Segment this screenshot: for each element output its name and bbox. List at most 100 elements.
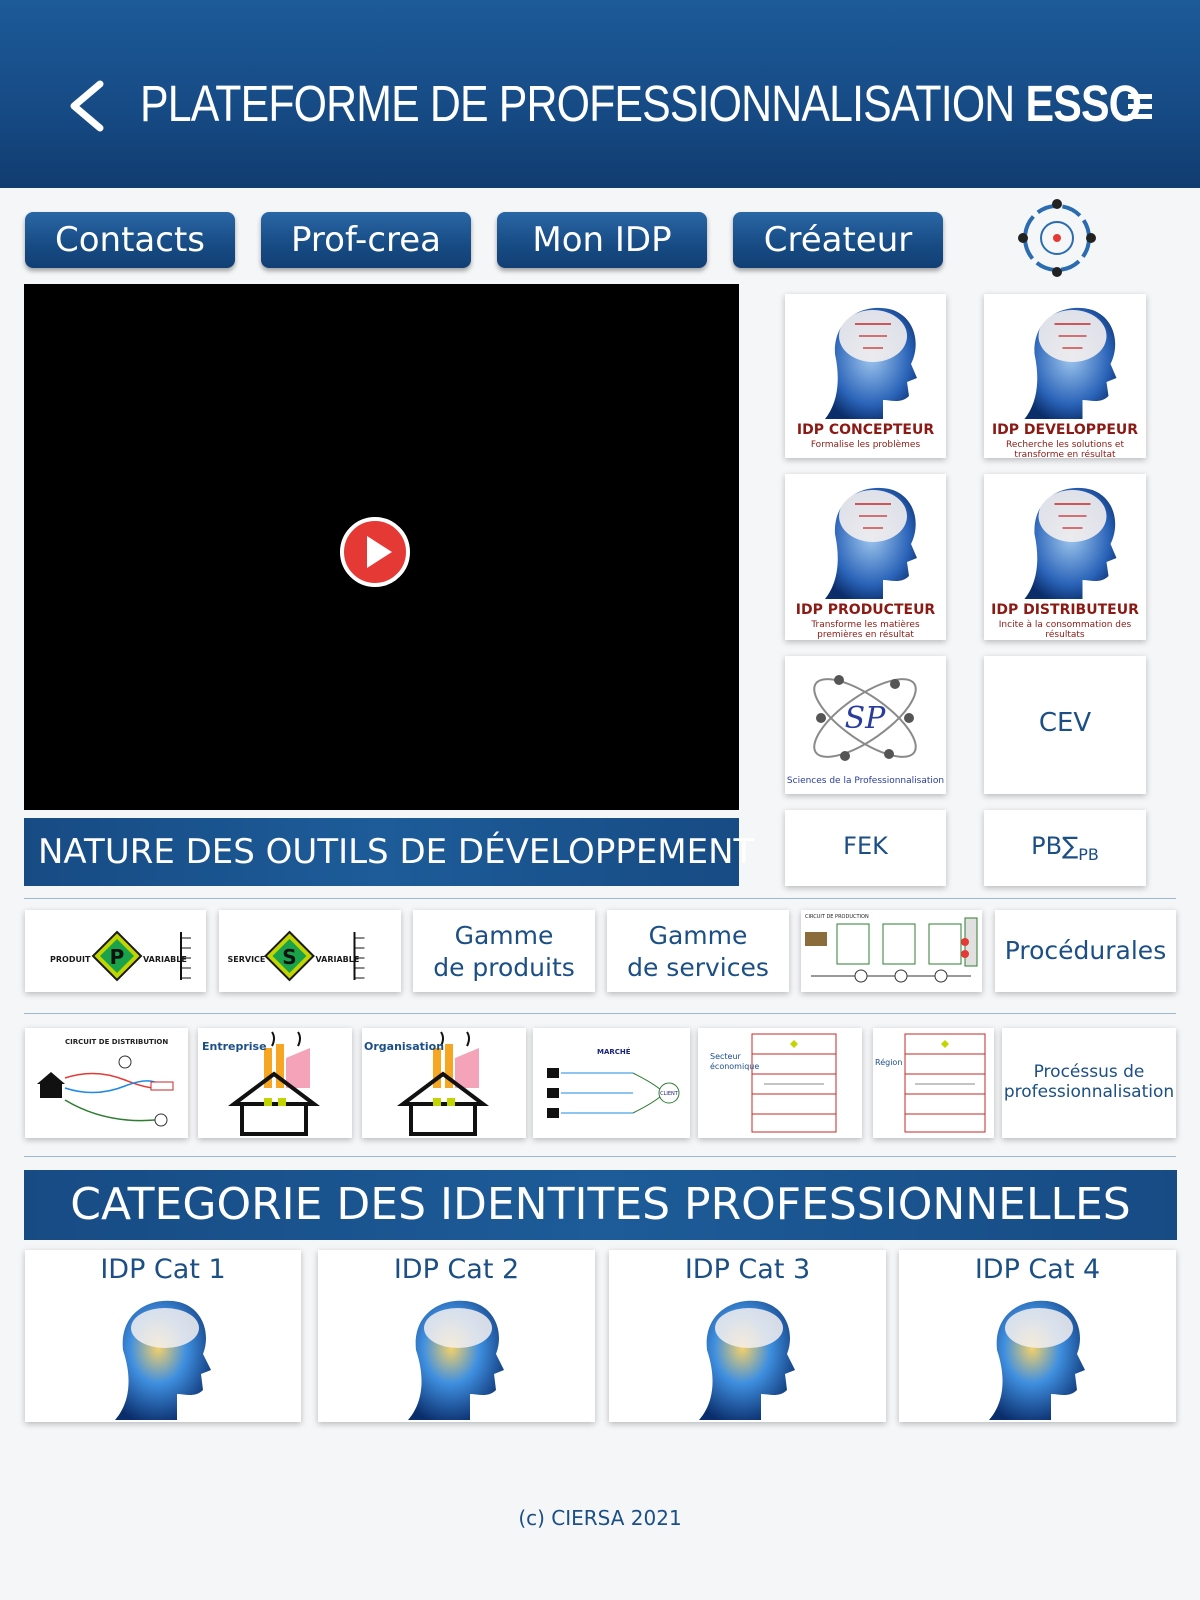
produit-variable-tile[interactable]: PRODUIT P VARIABLE bbox=[25, 910, 206, 992]
pb-sigma-sub: PB bbox=[1078, 844, 1099, 864]
nature-banner: NATURE DES OUTILS DE DÉVELOPPEMENT bbox=[24, 818, 754, 886]
circuit-production-label: CIRCUIT DE PRODUCTION bbox=[805, 914, 869, 920]
gamme-produits-line2: de produits bbox=[433, 953, 575, 982]
divider bbox=[24, 1156, 1176, 1157]
atom-icon: SP bbox=[813, 675, 917, 761]
app-header: PLATEFORME DE PROFESSIONNALISATION ESSO bbox=[0, 0, 1200, 188]
idp-distributeur-title: IDP DISTRIBUTEUR bbox=[991, 602, 1139, 618]
ciersa-logo[interactable] bbox=[1012, 196, 1102, 280]
idp-concepteur-tile[interactable]: IDP CONCEPTEUR Formalise les problèmes bbox=[785, 294, 946, 458]
page-title: PLATEFORME DE PROFESSIONNALISATION ESSO bbox=[140, 74, 1142, 140]
gamme-produits-tile[interactable]: Gamme de produits bbox=[413, 910, 595, 992]
idp-cat-4-label: IDP Cat 4 bbox=[974, 1254, 1101, 1285]
contacts-button[interactable]: Contacts bbox=[25, 212, 235, 268]
idp-cat-2-label: IDP Cat 2 bbox=[393, 1254, 520, 1285]
secteur-diagram bbox=[751, 1033, 837, 1133]
idp-cat-4-card[interactable]: IDP Cat 4 bbox=[899, 1250, 1176, 1422]
play-icon bbox=[340, 517, 410, 587]
produit-letter: P bbox=[110, 945, 125, 969]
play-button[interactable] bbox=[339, 516, 411, 588]
region-diagram bbox=[904, 1033, 986, 1133]
client-label: CLIENT bbox=[660, 1091, 679, 1097]
cev-label: CEV bbox=[1038, 708, 1092, 738]
head-icon bbox=[115, 1300, 211, 1420]
secteur-label: Secteur économique bbox=[710, 1052, 760, 1071]
head-icon bbox=[1024, 307, 1117, 419]
createur-button[interactable]: Créateur bbox=[733, 212, 943, 268]
entreprise-label: Entreprise bbox=[202, 1040, 267, 1053]
idp-distributeur-subtitle: Incite à la consommation des résultats bbox=[998, 620, 1132, 640]
idp-concepteur-subtitle: Formalise les problèmes bbox=[810, 440, 921, 450]
produit-left-label: PRODUIT bbox=[50, 955, 91, 964]
head-icon bbox=[699, 1300, 795, 1420]
procedurales-label: Procédurales bbox=[1004, 936, 1167, 965]
marche-label: MARCHÉ bbox=[597, 1047, 631, 1056]
idp-producteur-subtitle: Transforme les matières premières en rés… bbox=[811, 620, 920, 640]
idp-developpeur-title: IDP DEVELOPPEUR bbox=[991, 422, 1139, 438]
svg-text:SP: SP bbox=[845, 701, 887, 736]
cev-tile[interactable]: CEV bbox=[984, 656, 1146, 794]
divider bbox=[24, 1013, 1176, 1014]
head-icon bbox=[825, 487, 917, 599]
processus-line2: professionnalisation bbox=[1003, 1082, 1175, 1102]
head-icon bbox=[825, 307, 917, 419]
circuit-distribution-diagram: CIRCUIT DE DISTRIBUTION bbox=[37, 1038, 174, 1127]
gamme-services-line1: Gamme bbox=[648, 921, 748, 950]
idp-developpeur-tile[interactable]: IDP DEVELOPPEUR Recherche les solutions … bbox=[984, 294, 1146, 458]
service-diagram: SERVICE S VARIABLE bbox=[228, 930, 365, 982]
idp-cat-2-card[interactable]: IDP Cat 2 bbox=[318, 1250, 595, 1422]
region-label: Région bbox=[875, 1058, 903, 1067]
processus-professionnalisation-tile[interactable]: Procéssus de professionnalisation bbox=[1002, 1028, 1176, 1138]
service-variable-tile[interactable]: SERVICE S VARIABLE bbox=[219, 910, 401, 992]
region-tile[interactable]: Région bbox=[873, 1028, 994, 1138]
sciences-professionnalisation-tile[interactable]: SP Sciences de la Professionnalisation bbox=[785, 656, 946, 794]
organisation-tile[interactable]: Organisation bbox=[362, 1028, 526, 1138]
pb-sigma-tile[interactable]: PB∑PB bbox=[984, 810, 1146, 886]
processus-line1: Procéssus de bbox=[1033, 1062, 1145, 1082]
prof-crea-button[interactable]: Prof-crea bbox=[261, 212, 471, 268]
idp-cat-3-label: IDP Cat 3 bbox=[684, 1254, 811, 1285]
idp-cat-1-label: IDP Cat 1 bbox=[100, 1254, 226, 1285]
mon-idp-button[interactable]: Mon IDP bbox=[497, 212, 707, 268]
title-plain: PLATEFORME DE PROFESSIONNALISATION bbox=[140, 75, 1015, 132]
idp-cat-3-card[interactable]: IDP Cat 3 bbox=[609, 1250, 886, 1422]
procedurales-tile[interactable]: Procédurales bbox=[995, 910, 1176, 992]
idp-concepteur-title: IDP CONCEPTEUR bbox=[796, 422, 935, 438]
sp-label: Sciences de la Professionnalisation bbox=[786, 776, 945, 786]
pb-sigma-main: PB∑ bbox=[1031, 832, 1079, 860]
gamme-services-tile[interactable]: Gamme de services bbox=[607, 910, 789, 992]
idp-developpeur-subtitle: Recherche les solutions et transforme en… bbox=[1006, 440, 1124, 458]
chevron-left-icon bbox=[70, 80, 104, 132]
pb-sigma-label: PB∑PB bbox=[984, 832, 1146, 864]
back-button[interactable] bbox=[62, 78, 110, 134]
service-letter: S bbox=[282, 945, 296, 969]
circuit-production-diagram: CIRCUIT DE PRODUCTION bbox=[805, 914, 978, 983]
fek-tile[interactable]: FEK bbox=[785, 810, 946, 886]
video-player[interactable] bbox=[24, 284, 739, 810]
gamme-produits-line1: Gamme bbox=[454, 921, 554, 950]
head-icon bbox=[1024, 487, 1117, 599]
idp-cat-1-card[interactable]: IDP Cat 1 bbox=[25, 1250, 301, 1422]
category-banner: CATEGORIE DES IDENTITES PROFESSIONNELLES bbox=[24, 1170, 1177, 1240]
circuit-distribution-label: CIRCUIT DE DISTRIBUTION bbox=[65, 1038, 168, 1046]
idp-producteur-title: IDP PRODUCTEUR bbox=[795, 602, 936, 618]
secteur-economique-tile[interactable]: Secteur économique bbox=[698, 1028, 862, 1138]
head-icon bbox=[408, 1300, 504, 1420]
idp-producteur-tile[interactable]: IDP PRODUCTEUR Transforme les matières p… bbox=[785, 474, 946, 640]
idp-distributeur-tile[interactable]: IDP DISTRIBUTEUR Incite à la consommatio… bbox=[984, 474, 1146, 640]
service-left-label: SERVICE bbox=[228, 955, 266, 964]
organisation-label: Organisation bbox=[364, 1040, 445, 1053]
footer-copyright: (c) CIERSA 2021 bbox=[518, 1506, 682, 1530]
hamburger-menu-icon[interactable] bbox=[1128, 94, 1152, 120]
fek-label: FEK bbox=[843, 832, 888, 860]
divider bbox=[24, 898, 1176, 899]
circuit-distribution-tile[interactable]: CIRCUIT DE DISTRIBUTION bbox=[25, 1028, 188, 1138]
produit-diagram: PRODUIT P VARIABLE bbox=[50, 930, 191, 982]
gamme-services-line2: de services bbox=[627, 953, 769, 982]
circuit-production-tile[interactable]: CIRCUIT DE PRODUCTION bbox=[801, 910, 982, 992]
entreprise-tile[interactable]: Entreprise bbox=[198, 1028, 352, 1138]
marche-tile[interactable]: MARCHÉ CLIENT bbox=[533, 1028, 690, 1138]
service-right-label: VARIABLE bbox=[316, 955, 360, 964]
title-bold: ESSO bbox=[1025, 75, 1142, 132]
marche-diagram: MARCHÉ CLIENT bbox=[547, 1047, 680, 1118]
